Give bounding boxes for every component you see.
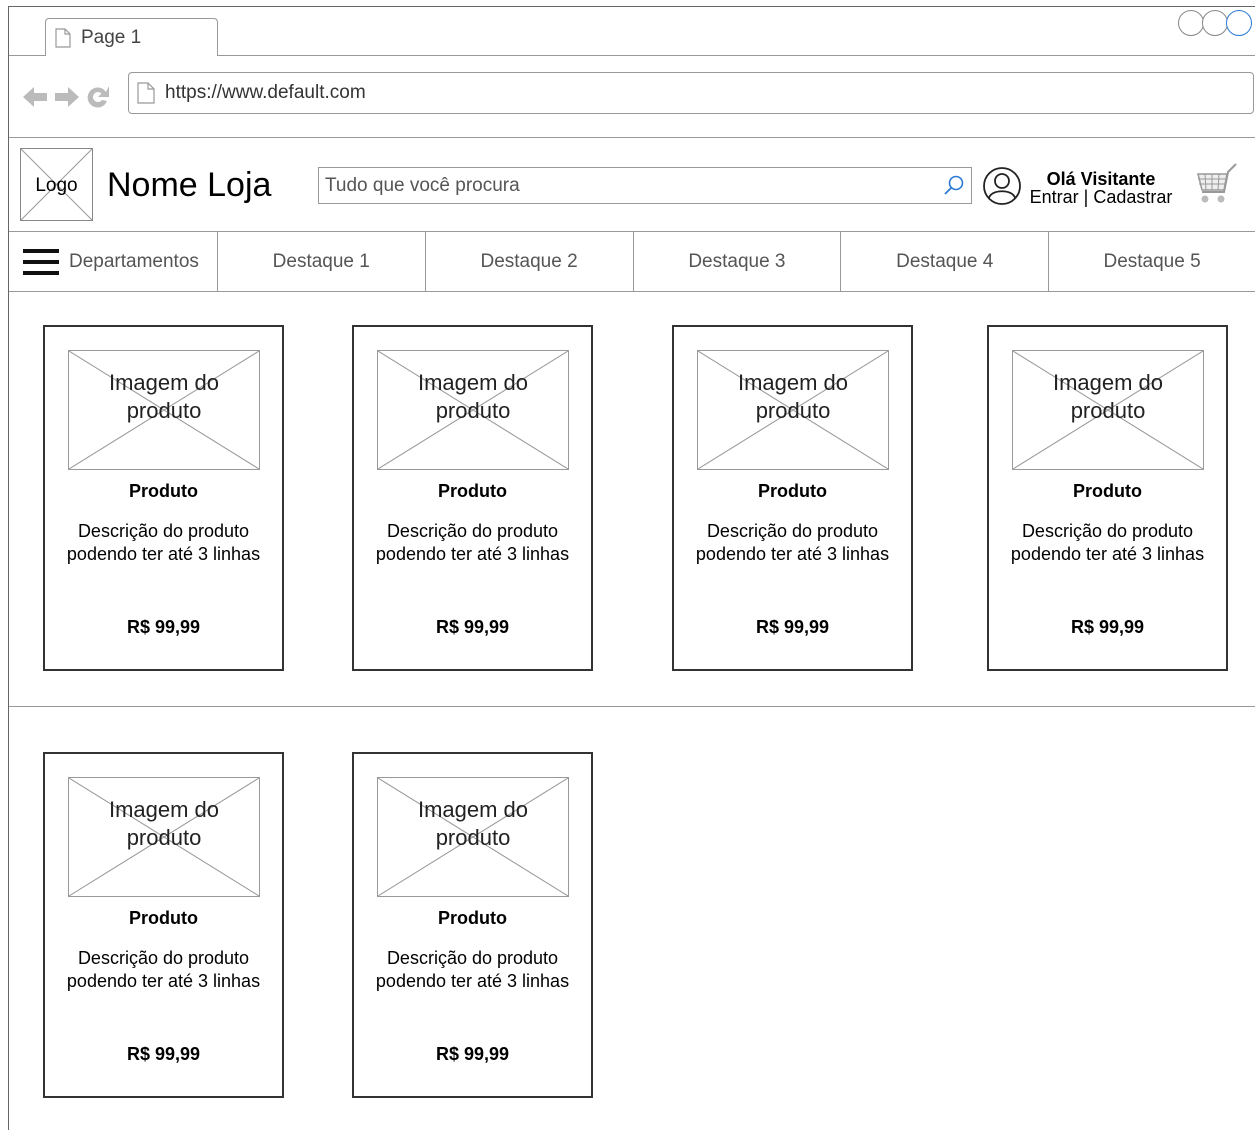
browser-tab[interactable]: Page 1 (45, 18, 218, 56)
search-placeholder: Tudo que você procura (325, 174, 520, 196)
close-button[interactable] (1226, 10, 1252, 36)
departments-menu[interactable]: Departamentos (9, 232, 218, 292)
store-header: Logo Nome Loja Tudo que você procura Olá… (9, 138, 1255, 232)
back-arrow-icon[interactable] (21, 85, 49, 109)
product-description: Descrição do produto podendo ter até 3 l… (1010, 521, 1205, 564)
product-description: Descrição do produto podendo ter até 3 l… (695, 521, 890, 564)
product-card[interactable]: Imagem do produto Produto Descrição do p… (43, 325, 284, 671)
row-divider (9, 706, 1255, 707)
product-price: R$ 99,99 (435, 617, 510, 637)
product-image-label: Imagem do produto (737, 370, 849, 423)
reload-icon[interactable] (85, 84, 111, 110)
product-name: Produto (438, 908, 507, 928)
greeting-text: Olá Visitante (1046, 169, 1156, 189)
product-price: R$ 99,99 (126, 1044, 201, 1064)
store-name[interactable]: Nome Loja (107, 166, 271, 205)
product-name: Produto (438, 481, 507, 501)
product-image-label: Imagem do produto (417, 797, 529, 850)
product-card[interactable]: Imagem do produto Produto Descrição do p… (987, 325, 1228, 671)
tab-label: Page 1 (81, 26, 142, 48)
product-image: Imagem do produto (697, 350, 889, 470)
logo-label: Logo (35, 175, 78, 196)
departments-label: Departamentos (69, 251, 199, 272)
product-image: Imagem do produto (377, 350, 569, 470)
product-image-label: Imagem do produto (108, 370, 220, 423)
forward-arrow-icon[interactable] (53, 85, 81, 109)
product-description: Descrição do produto podendo ter até 3 l… (375, 521, 570, 564)
search-input[interactable]: Tudo que você procura (318, 167, 972, 204)
category-menu: Departamentos Destaque 1 Destaque 2 Dest… (9, 232, 1255, 292)
menu-item-destaque-2[interactable]: Destaque 2 (426, 232, 634, 292)
product-card[interactable]: Imagem do produto Produto Descrição do p… (352, 325, 593, 671)
account-area: Olá Visitante Entrar | Cadastrar (1025, 170, 1177, 206)
product-image: Imagem do produto (377, 777, 569, 897)
product-name: Produto (1073, 481, 1142, 501)
page-icon (137, 82, 155, 104)
product-price: R$ 99,99 (755, 617, 830, 637)
minimize-button[interactable] (1178, 10, 1204, 36)
product-name: Produto (129, 908, 198, 928)
user-icon[interactable] (982, 166, 1022, 206)
maximize-button[interactable] (1202, 10, 1228, 36)
product-card[interactable]: Imagem do produto Produto Descrição do p… (352, 752, 593, 1098)
browser-window: Page 1 https://www.default.com Logo Nome… (8, 6, 1255, 1130)
logo[interactable]: Logo (20, 148, 93, 221)
menu-item-destaque-3[interactable]: Destaque 3 (634, 232, 842, 292)
product-image: Imagem do produto (68, 777, 260, 897)
product-card[interactable]: Imagem do produto Produto Descrição do p… (672, 325, 913, 671)
product-description: Descrição do produto podendo ter até 3 l… (66, 521, 261, 564)
product-name: Produto (129, 481, 198, 501)
address-bar[interactable]: https://www.default.com (128, 72, 1254, 114)
product-price: R$ 99,99 (435, 1044, 510, 1064)
product-description: Descrição do produto podendo ter até 3 l… (375, 948, 570, 991)
account-links[interactable]: Entrar | Cadastrar (1025, 188, 1177, 206)
browser-toolbar: https://www.default.com (9, 56, 1255, 138)
product-image-label: Imagem do produto (1052, 370, 1164, 423)
product-image: Imagem do produto (1012, 350, 1204, 470)
url-text: https://www.default.com (165, 82, 366, 103)
page-icon (55, 27, 71, 48)
product-image-label: Imagem do produto (108, 797, 220, 850)
product-image: Imagem do produto (68, 350, 260, 470)
menu-item-destaque-4[interactable]: Destaque 4 (841, 232, 1050, 292)
nav-buttons (21, 84, 111, 110)
menu-item-destaque-5[interactable]: Destaque 5 (1049, 232, 1255, 292)
product-image-label: Imagem do produto (417, 370, 529, 423)
menu-item-destaque-1[interactable]: Destaque 1 (218, 232, 426, 292)
product-price: R$ 99,99 (1070, 617, 1145, 637)
product-price: R$ 99,99 (126, 617, 201, 637)
cart-icon[interactable] (1194, 160, 1238, 210)
product-card[interactable]: Imagem do produto Produto Descrição do p… (43, 752, 284, 1098)
product-name: Produto (758, 481, 827, 501)
window-controls (1178, 10, 1252, 36)
product-description: Descrição do produto podendo ter até 3 l… (66, 948, 261, 991)
search-icon[interactable] (941, 173, 967, 199)
hamburger-icon (23, 249, 59, 275)
